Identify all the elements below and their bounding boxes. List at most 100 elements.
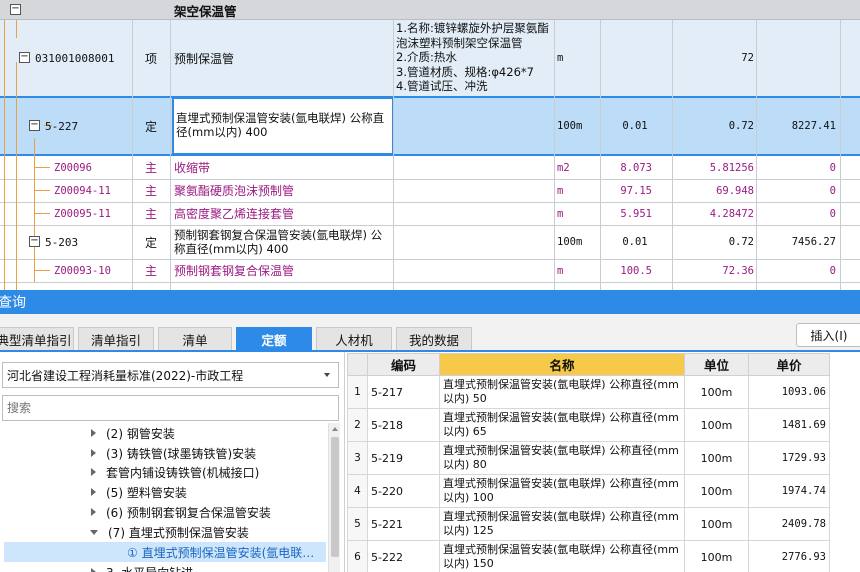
collapse-toggle-icon[interactable]: − bbox=[29, 236, 40, 247]
row-unit: 100m bbox=[684, 408, 749, 442]
tab-my-data[interactable]: 我的数据 bbox=[396, 327, 472, 351]
row-unit: 100m bbox=[684, 507, 749, 541]
header-price[interactable]: 单价 bbox=[748, 353, 830, 376]
quota-type: 定 bbox=[144, 235, 157, 250]
material-type: 主 bbox=[144, 264, 157, 278]
quota-results-table: 编码 名称 单位 单价 1 5-217 直埋式预制保温管安装(氩电联焊) 公称直… bbox=[347, 353, 830, 572]
row-name: 直埋式预制保温管安装(氩电联焊) 公称直径(mm以内) 65 bbox=[439, 408, 685, 442]
quota-qty: 0.01 bbox=[622, 236, 648, 248]
quota-unit: 100m bbox=[557, 236, 583, 248]
table-row[interactable]: 5 5-221 直埋式预制保温管安装(氩电联焊) 公称直径(mm以内) 125 … bbox=[347, 507, 830, 541]
header-unit[interactable]: 单位 bbox=[684, 353, 749, 376]
material-qty: 97.15 bbox=[620, 184, 652, 197]
item-type: 项 bbox=[144, 51, 157, 66]
row-number: 4 bbox=[347, 474, 368, 508]
tab-typical-bill-guide[interactable]: 典型清单指引 bbox=[0, 327, 74, 351]
row-price: 1481.69 bbox=[748, 408, 830, 442]
chevron-right-icon bbox=[91, 468, 96, 476]
material-unit: m2 bbox=[557, 161, 570, 174]
tree-scrollbar[interactable] bbox=[328, 423, 340, 572]
header-name[interactable]: 名称 bbox=[439, 353, 685, 376]
quota-unit: 100m bbox=[557, 120, 583, 132]
tab-quota[interactable]: 定额 bbox=[236, 327, 312, 351]
tree-item[interactable]: 套管内铺设铸铁管(机械接口) bbox=[0, 462, 338, 482]
chevron-right-icon bbox=[91, 429, 96, 437]
tree-item[interactable]: (3) 铸铁管(球墨铸铁管)安装 bbox=[0, 443, 338, 463]
tab-bill-guide[interactable]: 清单指引 bbox=[78, 327, 154, 351]
row-number: 1 bbox=[347, 375, 368, 409]
item-code: 031001008001 bbox=[35, 51, 115, 65]
row-unit: 100m bbox=[684, 474, 749, 508]
tree-item[interactable]: (2) 钢管安装 bbox=[0, 423, 338, 443]
table-header-row: 编码 名称 单位 单价 bbox=[347, 353, 830, 376]
section-header-row[interactable] bbox=[0, 0, 860, 20]
row-code: 5-217 bbox=[367, 375, 440, 409]
tree-item-label: 3. 水平导向钻进 bbox=[106, 564, 193, 572]
tab-materials[interactable]: 人材机 bbox=[316, 327, 392, 351]
material-unit: m bbox=[557, 207, 564, 220]
material-code: Z00096 bbox=[54, 161, 92, 174]
material-name: 高密度聚乙烯连接套管 bbox=[174, 207, 295, 221]
quota-code: 5-203 bbox=[45, 235, 79, 249]
tree-item[interactable]: (6) 预制钢套钢复合保温管安装 bbox=[0, 502, 338, 522]
tree-item-label: (7) 直埋式预制保温管安装 bbox=[108, 525, 249, 540]
app-window: { "grid": { "section_title": "架空保温管", "r… bbox=[0, 0, 860, 572]
material-type: 主 bbox=[144, 161, 157, 175]
tree-item-label: (2) 钢管安装 bbox=[106, 426, 175, 441]
item-unit: m bbox=[557, 52, 564, 64]
material-total-qty: 5.81256 bbox=[709, 161, 754, 174]
row-unit: 100m bbox=[684, 441, 749, 475]
section-title: 架空保温管 bbox=[174, 3, 237, 19]
tree-item[interactable]: 3. 水平导向钻进 bbox=[0, 562, 338, 572]
row-name: 直埋式预制保温管安装(氩电联焊) 公称直径(mm以内) 125 bbox=[439, 507, 685, 541]
material-price: 0 bbox=[829, 207, 836, 220]
table-row[interactable]: 4 5-220 直埋式预制保温管安装(氩电联焊) 公称直径(mm以内) 100 … bbox=[347, 474, 830, 508]
quota-type: 定 bbox=[144, 119, 157, 134]
collapse-toggle-icon[interactable]: − bbox=[29, 120, 40, 131]
table-row[interactable]: 2 5-218 直埋式预制保温管安装(氩电联焊) 公称直径(mm以内) 65 1… bbox=[347, 408, 830, 442]
material-price: 0 bbox=[829, 161, 836, 174]
row-code: 5-218 bbox=[367, 408, 440, 442]
tree-item-label: 套管内铺设铸铁管(机械接口) bbox=[106, 465, 260, 480]
scrollbar-thumb[interactable] bbox=[331, 437, 339, 557]
material-name: 收缩带 bbox=[174, 161, 211, 175]
row-price: 1974.74 bbox=[748, 474, 830, 508]
row-price: 2776.93 bbox=[748, 540, 830, 572]
collapse-toggle-icon[interactable]: − bbox=[19, 52, 30, 63]
header-index bbox=[347, 353, 368, 376]
chevron-right-icon bbox=[91, 449, 96, 457]
scroll-up-icon[interactable] bbox=[332, 427, 338, 431]
query-title-bar[interactable]: 查询 bbox=[0, 290, 860, 314]
material-price: 0 bbox=[829, 264, 836, 277]
chevron-down-icon bbox=[324, 373, 330, 377]
insert-button[interactable]: 插入(I) bbox=[796, 323, 860, 347]
row-number: 5 bbox=[347, 507, 368, 541]
material-code: Z00094-11 bbox=[54, 184, 111, 197]
quota-qty: 0.01 bbox=[622, 120, 648, 132]
material-type: 主 bbox=[144, 207, 157, 221]
row-name: 直埋式预制保温管安装(氩电联焊) 公称直径(mm以内) 100 bbox=[439, 474, 685, 508]
standard-select[interactable]: 河北省建设工程消耗量标准(2022)-市政工程 bbox=[2, 362, 339, 388]
chevron-right-icon bbox=[91, 508, 96, 516]
search-input[interactable] bbox=[2, 395, 339, 421]
tab-bill[interactable]: 清单 bbox=[158, 327, 232, 351]
row-code: 5-219 bbox=[367, 441, 440, 475]
quota-name[interactable]: 直埋式预制保温管安装(氩电联焊) 公称直径(mm以内) 400 bbox=[176, 100, 390, 150]
table-row[interactable]: 3 5-219 直埋式预制保温管安装(氩电联焊) 公称直径(mm以内) 80 1… bbox=[347, 441, 830, 475]
item-feature: 1.名称:镀锌螺旋外护层聚氨酯泡沫塑料预制架空保温管 2.介质:热水 3.管道材… bbox=[396, 21, 549, 93]
collapse-toggle-icon[interactable]: − bbox=[10, 4, 21, 15]
table-row[interactable]: 6 5-222 直埋式预制保温管安装(氩电联焊) 公称直径(mm以内) 150 … bbox=[347, 540, 830, 572]
quota-total-qty: 0.72 bbox=[728, 120, 754, 132]
tree-item-selected[interactable]: ① 直埋式预制保温管安装(氩电联… bbox=[4, 542, 326, 562]
header-code[interactable]: 编码 bbox=[367, 353, 440, 376]
material-type: 主 bbox=[144, 184, 157, 198]
row-number: 6 bbox=[347, 540, 368, 572]
tree-item[interactable]: (7) 直埋式预制保温管安装 bbox=[0, 522, 338, 542]
tree-item-label: (3) 铸铁管(球墨铸铁管)安装 bbox=[106, 446, 257, 461]
tree-item[interactable]: (5) 塑料管安装 bbox=[0, 482, 338, 502]
item-total-qty: 72 bbox=[741, 52, 754, 64]
row-name: 直埋式预制保温管安装(氩电联焊) 公称直径(mm以内) 150 bbox=[439, 540, 685, 572]
table-row[interactable]: 1 5-217 直埋式预制保温管安装(氩电联焊) 公称直径(mm以内) 50 1… bbox=[347, 375, 830, 409]
row-code: 5-222 bbox=[367, 540, 440, 572]
material-qty: 100.5 bbox=[620, 264, 652, 277]
